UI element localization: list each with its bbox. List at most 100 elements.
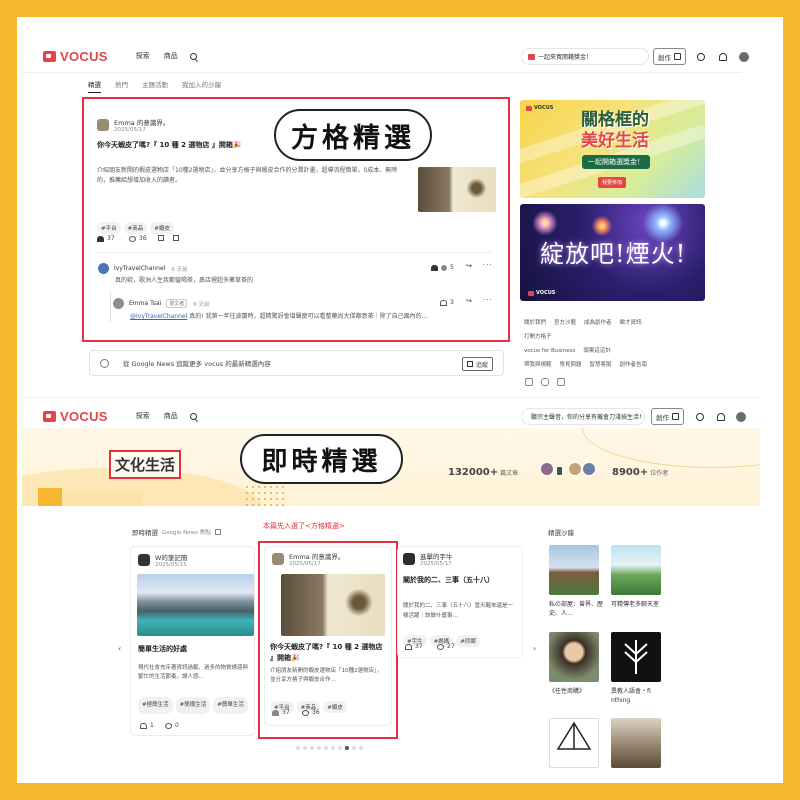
tab-events[interactable]: 主題活動 (142, 79, 168, 93)
salon-image[interactable] (549, 545, 599, 595)
nav-products[interactable]: 商品 (164, 411, 178, 421)
user-avatar[interactable] (739, 52, 749, 62)
salon-image[interactable] (549, 632, 599, 682)
tag[interactable]: #商品 (123, 222, 148, 234)
footer-link[interactable]: 帶我與規範 (524, 362, 552, 368)
carousel-next-icon[interactable]: › (533, 644, 536, 653)
author-name[interactable]: Emma 的意識界。 (289, 551, 344, 561)
bookmark-button[interactable] (158, 235, 167, 241)
promo-pill[interactable]: 一起來寬閱籍獎金！ (521, 48, 649, 65)
card-title[interactable]: 你今天蝦皮了嗎?『 10 種 2 選物店 』開箱🎉 (270, 642, 388, 664)
comment-count[interactable]: 36 (302, 709, 320, 716)
replier-avatar[interactable] (113, 298, 124, 309)
reply-like[interactable]: 3 (440, 299, 454, 306)
footer-link[interactable]: 成為創作者 (584, 320, 612, 326)
message-icon[interactable] (696, 413, 704, 421)
commenter-avatar[interactable] (98, 263, 109, 274)
message-icon[interactable] (697, 53, 705, 61)
create-button[interactable]: 創作 (653, 48, 686, 65)
salon-caption[interactable]: 私の部屋：曾界、歷史、人… (549, 600, 607, 618)
external-link-icon[interactable] (214, 529, 221, 535)
vocus-logo[interactable]: vocus (43, 409, 108, 424)
nav-explore[interactable]: 探索 (136, 411, 150, 421)
nav-explore[interactable]: 探索 (136, 51, 150, 61)
post-title[interactable]: 你今天蝦皮了嗎?『 10 種 2 選物店 』開箱🎉 (97, 140, 242, 150)
comment-like[interactable]: 5 (431, 264, 454, 271)
share-button[interactable] (173, 235, 182, 241)
vocus-logo[interactable]: vocus (43, 49, 108, 64)
card-image[interactable] (281, 574, 385, 636)
post-thumbnail[interactable] (418, 167, 496, 212)
tab-my-salons[interactable]: 我加入的沙龍 (182, 79, 221, 93)
comment-count[interactable]: 36 (129, 235, 147, 242)
bell-icon[interactable] (719, 53, 727, 61)
footer-link[interactable]: 打開方格子 (524, 334, 552, 340)
pager-dot[interactable] (303, 746, 307, 750)
nav-products[interactable]: 商品 (164, 51, 178, 61)
more-icon[interactable]: ··· (483, 296, 493, 304)
carousel-prev-icon[interactable]: ‹ (118, 644, 121, 653)
tag[interactable]: #蝦皮 (150, 222, 174, 234)
pager-dot[interactable] (338, 746, 342, 750)
promo-pill[interactable]: 聽宗主聲音，你的分享有機會刀淺撿生活！ (521, 408, 645, 425)
footer-link[interactable]: 官方沙龍 (554, 320, 576, 326)
like-count[interactable]: 37 (272, 709, 290, 716)
card-image[interactable] (137, 574, 254, 636)
commenter-name[interactable]: IvyTravelChannel (114, 265, 165, 272)
author-name[interactable]: Emma 的意識界。 (114, 117, 169, 127)
reply-icon[interactable]: ↪ (466, 262, 473, 270)
like-count[interactable]: 37 (405, 643, 423, 650)
follow-button[interactable]: 追蹤 (461, 357, 493, 371)
author-avatar[interactable] (138, 554, 150, 566)
instagram-icon[interactable] (541, 378, 549, 386)
author-avatar[interactable] (403, 553, 415, 565)
salon-image[interactable] (611, 718, 661, 768)
pager-dot[interactable] (345, 746, 349, 750)
footer-link[interactable]: 徵才資訊 (620, 320, 642, 326)
salon-image[interactable] (549, 718, 599, 768)
salon-caption[interactable]: 《任性商購》 (549, 687, 607, 696)
card-title[interactable]: 簡單生活的好處 (138, 644, 187, 654)
author-name[interactable]: 進擊的宇牛 (420, 551, 453, 561)
tag[interactable]: #同鄉 (456, 635, 480, 647)
footer-link[interactable]: 常見問題 (560, 362, 582, 368)
comment-count[interactable]: 0 (165, 722, 179, 729)
author-avatar[interactable] (272, 553, 284, 565)
search-icon[interactable] (189, 52, 197, 60)
tab-hot[interactable]: 熱門 (115, 79, 128, 93)
tag[interactable]: #蝦皮 (323, 701, 347, 713)
footer-link[interactable]: 頭案這這計 (583, 348, 611, 354)
pager-dot[interactable] (331, 746, 335, 750)
search-icon[interactable] (189, 412, 197, 420)
salon-image[interactable] (611, 545, 661, 595)
salon-image[interactable] (611, 632, 661, 682)
banner-cta[interactable]: 我要參加 (598, 177, 627, 188)
mention-link[interactable]: @IvyTravelChannel (130, 313, 187, 320)
tag[interactable]: #平台 (97, 222, 121, 234)
create-button[interactable]: 創作 (651, 408, 684, 425)
like-count[interactable]: 37 (97, 235, 115, 242)
facebook-icon[interactable] (525, 378, 533, 386)
comment-count[interactable]: 27 (437, 643, 455, 650)
tag[interactable]: #極簡生活 (138, 697, 173, 714)
post-excerpt[interactable]: 介紹朋友新開的蝦皮選物店「10種2選物店」，並分享方格子與蝦皮合作的分潤計畫，超… (97, 166, 403, 186)
pager-dot[interactable] (352, 746, 356, 750)
author-avatar[interactable] (97, 119, 109, 131)
footer-link[interactable]: 關於我們 (524, 320, 546, 326)
pager-dot[interactable] (359, 746, 363, 750)
event-banner-fireworks[interactable]: 綻放吧!煙火! VOCUS (520, 204, 705, 301)
salon-caption[interactable]: 可精傳老多聊天室 (611, 600, 669, 609)
threads-icon[interactable] (557, 378, 565, 386)
salon-caption[interactable]: 異教人語會・fi nthing (611, 687, 669, 705)
footer-link[interactable]: 智慧客服 (590, 362, 612, 368)
pager-dot[interactable] (317, 746, 321, 750)
pager-dot[interactable] (324, 746, 328, 750)
pager-dot[interactable] (310, 746, 314, 750)
user-avatar[interactable] (736, 412, 746, 422)
google-news-link[interactable]: Google News 焦點 (162, 528, 211, 536)
author-name[interactable]: W的筆記簡 (155, 552, 187, 562)
footer-link[interactable]: 創作者告南 (620, 362, 648, 368)
tab-featured[interactable]: 精選 (88, 79, 101, 93)
bell-icon[interactable] (717, 413, 725, 421)
tag[interactable]: #簡樸生活 (175, 697, 211, 714)
